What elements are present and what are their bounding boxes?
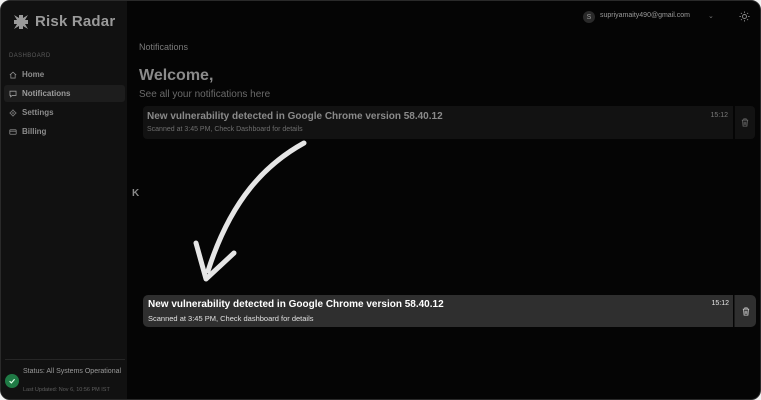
- page-subtitle: See all your notifications here: [139, 89, 271, 100]
- chat-icon: [9, 90, 17, 98]
- notification-time: 15:12: [711, 300, 729, 307]
- status-last-updated: Last Updated: Nov 6, 10:56 PM IST: [23, 387, 110, 393]
- card-icon: [9, 128, 17, 135]
- notification-card[interactable]: New vulnerability detected in Google Chr…: [143, 106, 733, 139]
- trash-icon: [742, 307, 749, 315]
- home-icon: [9, 71, 17, 78]
- app-name: Risk Radar: [35, 13, 116, 30]
- arrow-annotation: [193, 140, 307, 282]
- collapse-sidebar-button[interactable]: K: [132, 188, 139, 199]
- sidebar-item-notifications[interactable]: Notifications: [4, 85, 125, 102]
- gear-icon: [9, 108, 17, 117]
- trash-icon: [741, 118, 749, 127]
- sidebar-item-label: Settings: [22, 108, 54, 117]
- notification-detail: Scanned at 3:45 PM, Check dashboard for …: [148, 314, 314, 323]
- app-logo[interactable]: Risk Radar: [13, 13, 115, 30]
- notification-title: New vulnerability detected in Google Chr…: [147, 111, 443, 122]
- breadcrumb: Notifications: [139, 42, 189, 52]
- status-divider: [5, 359, 125, 360]
- cross-logo-icon: [14, 14, 28, 29]
- avatar[interactable]: S: [583, 11, 595, 23]
- sidebar-item-home[interactable]: Home: [4, 66, 125, 83]
- sidebar-item-billing[interactable]: Billing: [4, 123, 125, 140]
- nav-section-label: DASHBOARD: [9, 53, 51, 59]
- notification-title: New vulnerability detected in Google Chr…: [148, 299, 444, 310]
- sidebar-item-settings[interactable]: Settings: [4, 104, 125, 121]
- notification-card-highlighted[interactable]: New vulnerability detected in Google Chr…: [143, 295, 733, 327]
- delete-notification-button[interactable]: [734, 295, 756, 327]
- sidebar-item-label: Home: [22, 70, 45, 79]
- sidebar: Risk Radar DASHBOARD Home Notifications …: [1, 1, 127, 399]
- status-ok-icon: [5, 374, 19, 388]
- app-window: Risk Radar DASHBOARD Home Notifications …: [0, 0, 761, 400]
- notification-detail: Scanned at 3:45 PM, Check Dashboard for …: [147, 126, 303, 133]
- account-email[interactable]: supriyamaity490@gmail.com: [600, 12, 690, 19]
- chevron-down-icon[interactable]: ⌄: [708, 12, 714, 20]
- sidebar-item-label: Notifications: [22, 89, 71, 98]
- sun-icon[interactable]: [739, 11, 750, 22]
- sidebar-item-label: Billing: [22, 127, 47, 136]
- notification-time: 15:12: [710, 112, 728, 119]
- delete-notification-button[interactable]: [735, 106, 755, 139]
- page-title: Welcome,: [139, 67, 214, 84]
- system-status-text: Status: All Systems Operational: [23, 368, 122, 375]
- sidebar-nav: Home Notifications Settings Billing: [4, 66, 125, 142]
